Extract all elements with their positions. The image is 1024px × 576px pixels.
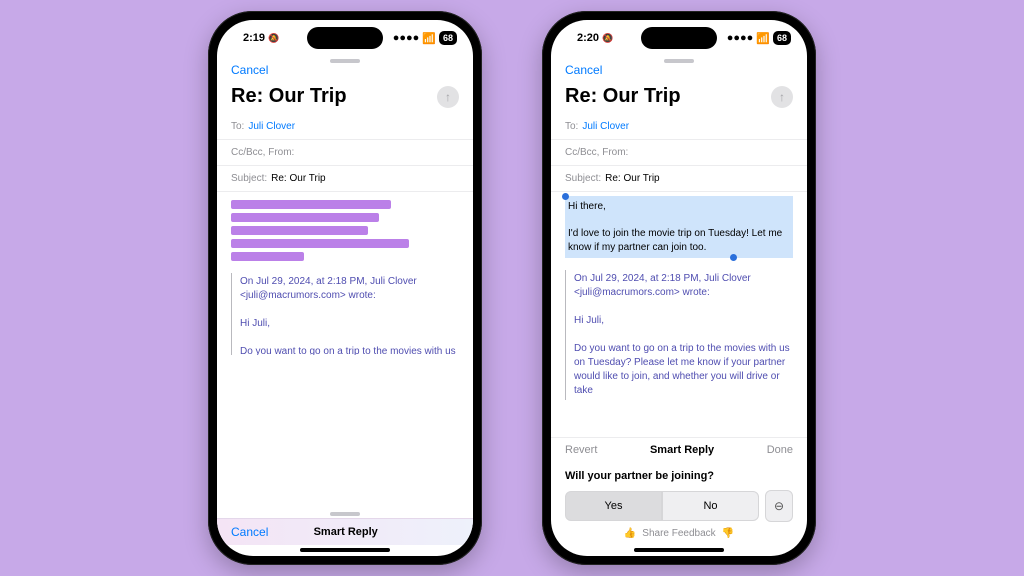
option-yes-button[interactable]: Yes bbox=[565, 491, 662, 521]
quote-greeting: Hi Juli, bbox=[240, 317, 459, 331]
to-field[interactable]: To: Juli Clover bbox=[551, 114, 807, 140]
to-recipient[interactable]: Juli Clover bbox=[582, 121, 629, 132]
selection-handle-start[interactable] bbox=[562, 193, 569, 200]
dynamic-island bbox=[307, 27, 383, 49]
send-button[interactable]: ↑ bbox=[437, 86, 459, 108]
arrow-up-icon: ↑ bbox=[779, 90, 785, 104]
send-button[interactable]: ↑ bbox=[771, 86, 793, 108]
stage: 2:19 🔕 ●●●● 📶 68 Cancel Re: Our Trip ↑ bbox=[0, 0, 1024, 576]
ccbcc-label: Cc/Bcc, From: bbox=[231, 147, 294, 158]
cellular-icon: ●●●● bbox=[393, 32, 420, 44]
compose-body[interactable]: On Jul 29, 2024, at 2:18 PM, Juli Clover… bbox=[217, 192, 473, 355]
toolbar-title: Smart Reply bbox=[314, 526, 378, 538]
prompt-options: Yes No ⊖ bbox=[565, 490, 793, 522]
phone-left-screen: 2:19 🔕 ●●●● 📶 68 Cancel Re: Our Trip ↑ bbox=[217, 20, 473, 556]
option-more-button[interactable]: ⊖ bbox=[765, 490, 793, 522]
smart-reply-toolbar: Revert Smart Reply Done bbox=[551, 437, 807, 462]
feedback-label[interactable]: Share Feedback bbox=[642, 528, 715, 539]
dynamic-island bbox=[641, 27, 717, 49]
home-indicator[interactable] bbox=[300, 548, 390, 552]
reply-body: I'd love to join the movie trip on Tuesd… bbox=[568, 227, 790, 254]
subject-field[interactable]: Subject: Re: Our Trip bbox=[551, 166, 807, 192]
thumbs-down-icon[interactable]: 👎 bbox=[722, 528, 734, 539]
time-text: 2:20 bbox=[577, 32, 599, 44]
compose-header: Cancel Re: Our Trip ↑ bbox=[217, 63, 473, 114]
dnd-icon: 🔕 bbox=[268, 33, 279, 43]
quote-greeting: Hi Juli, bbox=[574, 314, 793, 328]
feedback-row: 👍 Share Feedback 👎 bbox=[565, 522, 793, 541]
selection-handle-end[interactable] bbox=[730, 254, 737, 261]
thumbs-up-icon[interactable]: 👍 bbox=[624, 528, 636, 539]
arrow-up-icon: ↑ bbox=[445, 90, 451, 104]
compose-title: Re: Our Trip bbox=[231, 85, 347, 108]
compose-body[interactable]: Hi there, I'd love to join the movie tri… bbox=[551, 192, 807, 437]
revert-button[interactable]: Revert bbox=[565, 444, 597, 456]
ccbcc-field[interactable]: Cc/Bcc, From: bbox=[551, 140, 807, 166]
to-label: To: bbox=[565, 121, 578, 132]
status-right: ●●●● 📶 68 bbox=[727, 31, 791, 45]
quote-body: Do you want to go on a trip to the movie… bbox=[574, 342, 793, 398]
status-time: 2:19 🔕 bbox=[243, 32, 279, 44]
battery-icon: 68 bbox=[439, 31, 457, 45]
toolbar-cancel-button[interactable]: Cancel bbox=[231, 525, 268, 539]
smart-reply-toolbar: Cancel Smart Reply bbox=[217, 518, 473, 545]
dnd-icon: 🔕 bbox=[602, 33, 613, 43]
status-right: ●●●● 📶 68 bbox=[393, 31, 457, 45]
wifi-icon: 📶 bbox=[756, 32, 770, 45]
status-time: 2:20 🔕 bbox=[577, 32, 613, 44]
option-no-button[interactable]: No bbox=[662, 491, 759, 521]
compose-title: Re: Our Trip bbox=[565, 85, 681, 108]
subject-value: Re: Our Trip bbox=[271, 173, 325, 184]
to-label: To: bbox=[231, 121, 244, 132]
quote-header: On Jul 29, 2024, at 2:18 PM, Juli Clover… bbox=[240, 275, 459, 303]
phone-right-frame: 2:20 🔕 ●●●● 📶 68 Cancel Re: Our Trip ↑ bbox=[542, 11, 816, 565]
cellular-icon: ●●●● bbox=[727, 32, 754, 44]
quote-header: On Jul 29, 2024, at 2:18 PM, Juli Clover… bbox=[574, 272, 793, 300]
quote-body: Do you want to go on a trip to the movie… bbox=[240, 345, 459, 355]
smart-reply-selected-text[interactable]: Hi there, I'd love to join the movie tri… bbox=[565, 196, 793, 258]
subject-value: Re: Our Trip bbox=[605, 173, 659, 184]
ccbcc-field[interactable]: Cc/Bcc, From: bbox=[217, 140, 473, 166]
quoted-message: On Jul 29, 2024, at 2:18 PM, Juli Clover… bbox=[231, 273, 459, 355]
compose-cancel-button[interactable]: Cancel bbox=[565, 63, 793, 77]
toolbar-title: Smart Reply bbox=[650, 444, 714, 456]
toolbar-grabber[interactable] bbox=[330, 512, 360, 516]
subject-field[interactable]: Subject: Re: Our Trip bbox=[217, 166, 473, 192]
subject-label: Subject: bbox=[565, 173, 601, 184]
home-indicator[interactable] bbox=[634, 548, 724, 552]
to-recipient[interactable]: Juli Clover bbox=[248, 121, 295, 132]
wifi-icon: 📶 bbox=[422, 32, 436, 45]
subject-label: Subject: bbox=[231, 173, 267, 184]
smart-reply-skeleton bbox=[231, 200, 459, 261]
smart-reply-prompt: Will your partner be joining? Yes No ⊖ 👍… bbox=[551, 462, 807, 545]
phone-left-frame: 2:19 🔕 ●●●● 📶 68 Cancel Re: Our Trip ↑ bbox=[208, 11, 482, 565]
reply-greeting: Hi there, bbox=[568, 200, 790, 214]
time-text: 2:19 bbox=[243, 32, 265, 44]
compose-cancel-button[interactable]: Cancel bbox=[231, 63, 459, 77]
to-field[interactable]: To: Juli Clover bbox=[217, 114, 473, 140]
battery-icon: 68 bbox=[773, 31, 791, 45]
prompt-question: Will your partner be joining? bbox=[565, 470, 793, 482]
quoted-message: On Jul 29, 2024, at 2:18 PM, Juli Clover… bbox=[565, 270, 793, 400]
compose-header: Cancel Re: Our Trip ↑ bbox=[551, 63, 807, 114]
ccbcc-label: Cc/Bcc, From: bbox=[565, 147, 628, 158]
phone-right-screen: 2:20 🔕 ●●●● 📶 68 Cancel Re: Our Trip ↑ bbox=[551, 20, 807, 556]
done-button[interactable]: Done bbox=[767, 444, 793, 456]
